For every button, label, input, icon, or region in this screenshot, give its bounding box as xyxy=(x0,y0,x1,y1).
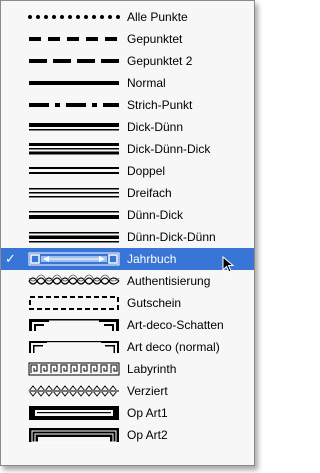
swatch-thick-thin xyxy=(29,123,119,131)
menu-item-dreifach[interactable]: Dreifach xyxy=(1,182,254,204)
menu-item-label: Authentisierung xyxy=(127,274,211,288)
menu-item-normal[interactable]: Normal xyxy=(1,72,254,94)
menu-item-alle-punkte[interactable]: Alle Punkte xyxy=(1,6,254,28)
swatch-dashes xyxy=(29,37,119,41)
menu-item-label: Verziert xyxy=(127,384,168,398)
menu-item-label: Normal xyxy=(127,76,166,90)
swatch-triple xyxy=(29,188,119,198)
menu-item-op-art2[interactable]: Op Art2 xyxy=(1,424,254,446)
swatch-dashes-2 xyxy=(29,59,119,63)
swatch-double xyxy=(29,167,119,174)
menu-item-label: Labyrinth xyxy=(127,362,177,376)
menu-item-dick-duenn[interactable]: Dick-Dünn xyxy=(1,116,254,138)
menu-item-authentisierung[interactable]: Authentisierung xyxy=(1,270,254,292)
menu-item-jahrbuch[interactable]: ✓ Jahrbuch xyxy=(1,248,254,270)
swatch-thin-thick-thin xyxy=(29,232,119,243)
menu-item-label: Alle Punkte xyxy=(127,10,188,24)
menu-item-labyrinth[interactable]: Labyrinth xyxy=(1,358,254,380)
menu-item-gepunktet[interactable]: Gepunktet xyxy=(1,28,254,50)
menu-item-strich-punkt[interactable]: Strich-Punkt xyxy=(1,94,254,116)
swatch-art-deco-shadow xyxy=(29,319,119,331)
menu-item-label: Dreifach xyxy=(127,186,172,200)
swatch-op-art-1 xyxy=(29,406,119,420)
swatch-art-deco xyxy=(29,341,119,353)
swatch-thin-thick xyxy=(29,211,119,219)
menu-item-label: Op Art2 xyxy=(127,428,168,442)
menu-item-label: Gutschein xyxy=(127,296,182,310)
menu-item-duenn-dick-duenn[interactable]: Dünn-Dick-Dünn xyxy=(1,226,254,248)
menu-item-label: Jahrbuch xyxy=(127,252,177,266)
menu-item-dick-duenn-dick[interactable]: Dick-Dünn-Dick xyxy=(1,138,254,160)
menu-item-label: Art deco (normal) xyxy=(127,340,220,354)
swatch-op-art-2 xyxy=(29,428,119,443)
menu-item-gutschein[interactable]: Gutschein xyxy=(1,292,254,314)
menu-item-label: Op Art1 xyxy=(127,406,168,420)
menu-item-art-deco-normal[interactable]: Art deco (normal) xyxy=(1,336,254,358)
border-style-menu: Alle Punkte Gepunktet Gepunktet 2 Normal… xyxy=(0,0,255,466)
menu-item-label: Gepunktet xyxy=(127,32,183,46)
swatch-solid xyxy=(29,81,119,85)
menu-item-label: Dick-Dünn xyxy=(127,120,184,134)
menu-item-label: Gepunktet 2 xyxy=(127,54,193,68)
menu-item-label: Dünn-Dick-Dünn xyxy=(127,230,216,244)
mouse-pointer-icon xyxy=(222,256,235,273)
swatch-thick-thin-thick xyxy=(29,143,119,155)
swatch-labyrinth xyxy=(28,362,120,376)
menu-item-doppel[interactable]: Doppel xyxy=(1,160,254,182)
swatch-dash-dot xyxy=(29,103,119,107)
menu-item-duenn-dick[interactable]: Dünn-Dick xyxy=(1,204,254,226)
swatch-coupon xyxy=(29,296,119,310)
swatch-dots xyxy=(28,15,121,19)
checkmark-icon: ✓ xyxy=(5,251,16,266)
swatch-authentic xyxy=(28,274,120,285)
menu-item-label: Dick-Dünn-Dick xyxy=(127,142,211,156)
menu-item-label: Strich-Punkt xyxy=(127,98,193,112)
swatch-yearbook xyxy=(28,252,120,266)
menu-item-label: Doppel xyxy=(127,164,166,178)
menu-item-gepunktet-2[interactable]: Gepunktet 2 xyxy=(1,50,254,72)
menu-item-label: Art-deco-Schatten xyxy=(127,318,224,332)
menu-item-op-art1[interactable]: Op Art1 xyxy=(1,402,254,424)
menu-item-verziert[interactable]: Verziert xyxy=(1,380,254,402)
menu-item-label: Dünn-Dick xyxy=(127,208,184,222)
menu-item-art-deco-schatten[interactable]: Art-deco-Schatten xyxy=(1,314,254,336)
swatch-ornate xyxy=(28,385,119,397)
